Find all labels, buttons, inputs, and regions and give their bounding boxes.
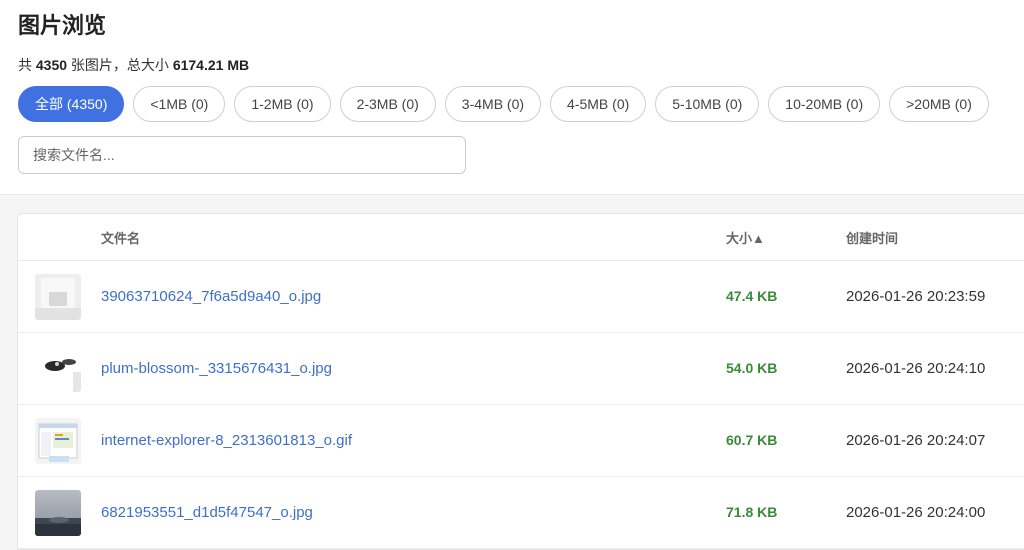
file-name-link[interactable]: plum-blossom-_3315676431_o.jpg	[101, 360, 332, 377]
filter-4-5mb-button[interactable]: 4-5MB (0)	[550, 86, 647, 122]
name-column-header[interactable]: 文件名	[101, 228, 726, 247]
created-time: 2026-01-26 20:24:00	[846, 504, 986, 521]
filter-gt20mb-button[interactable]: >20MB (0)	[889, 86, 989, 122]
created-time: 2026-01-26 20:24:07	[846, 432, 986, 449]
search-input[interactable]	[18, 136, 466, 174]
time-cell: 2026-01-26 20:24:07	[846, 432, 1024, 449]
table-row: plum-blossom-_3315676431_o.jpg 54.0 KB 2…	[18, 333, 1024, 405]
time-column-header[interactable]: 创建时间	[846, 228, 1024, 247]
size-filters: 全部 (4350) <1MB (0) 1-2MB (0) 2-3MB (0) 3…	[18, 86, 1006, 122]
filter-all-button[interactable]: 全部 (4350)	[18, 86, 125, 122]
thumb-cell	[18, 417, 101, 464]
created-time: 2026-01-26 20:23:59	[846, 288, 986, 305]
file-size: 60.7 KB	[726, 432, 778, 448]
file-name-link[interactable]: internet-explorer-8_2313601813_o.gif	[101, 432, 352, 449]
file-size: 54.0 KB	[726, 360, 778, 376]
file-size: 47.4 KB	[726, 288, 778, 304]
page-title: 图片浏览	[18, 13, 107, 38]
summary-prefix: 共	[18, 57, 36, 73]
image-thumbnail[interactable]	[35, 489, 81, 536]
summary: 共 4350 张图片，总大小 6174.21 MB	[18, 56, 1006, 74]
summary-mid: 张图片，总大小	[67, 57, 173, 73]
table-row: 39063710624_7f6a5d9a40_o.jpg 47.4 KB 202…	[18, 261, 1024, 333]
total-size: 6174.21 MB	[172, 57, 250, 73]
name-cell: plum-blossom-_3315676431_o.jpg	[101, 360, 726, 377]
table-row: internet-explorer-8_2313601813_o.gif 60.…	[18, 405, 1024, 477]
filter-1-2mb-button[interactable]: 1-2MB (0)	[234, 86, 331, 122]
file-name-link[interactable]: 6821953551_d1d5f47547_o.jpg	[101, 504, 313, 521]
image-thumbnail[interactable]	[35, 273, 81, 320]
time-cell: 2026-01-26 20:23:59	[846, 288, 1024, 305]
image-thumbnail[interactable]	[35, 345, 81, 392]
name-cell: internet-explorer-8_2313601813_o.gif	[101, 432, 726, 449]
thumb-cell	[18, 345, 101, 392]
created-time: 2026-01-26 20:24:10	[846, 360, 986, 377]
filter-3-4mb-button[interactable]: 3-4MB (0)	[444, 86, 542, 122]
size-cell: 54.0 KB	[726, 360, 846, 377]
time-cell: 2026-01-26 20:24:10	[846, 360, 1024, 377]
name-cell: 6821953551_d1d5f47547_o.jpg	[101, 504, 726, 521]
filter-5-10mb-button[interactable]: 5-10MB (0)	[655, 86, 760, 122]
size-cell: 71.8 KB	[726, 504, 846, 521]
filter-2-3mb-button[interactable]: 2-3MB (0)	[339, 86, 436, 122]
thumb-cell	[18, 489, 101, 536]
table-header: 文件名 大小▲ 创建时间	[18, 214, 1024, 261]
size-cell: 47.4 KB	[726, 288, 846, 305]
image-thumbnail[interactable]	[35, 417, 81, 464]
file-table: 文件名 大小▲ 创建时间 39063710624_7f6a5d9a40_o.jp…	[17, 213, 1024, 550]
file-size: 71.8 KB	[726, 504, 778, 520]
header: 图片浏览 共 4350 张图片，总大小 6174.21 MB 全部 (4350)…	[0, 0, 1024, 195]
file-name-link[interactable]: 39063710624_7f6a5d9a40_o.jpg	[101, 288, 321, 305]
size-cell: 60.7 KB	[726, 432, 846, 449]
size-column-header[interactable]: 大小▲	[726, 228, 846, 247]
time-cell: 2026-01-26 20:24:00	[846, 504, 1024, 521]
filter-lt1mb-button[interactable]: <1MB (0)	[133, 86, 226, 122]
name-cell: 39063710624_7f6a5d9a40_o.jpg	[101, 288, 726, 305]
table-row: 6821953551_d1d5f47547_o.jpg 71.8 KB 2026…	[18, 477, 1024, 549]
filter-10-20mb-button[interactable]: 10-20MB (0)	[768, 86, 881, 122]
image-count: 4350	[35, 57, 68, 73]
thumb-cell	[18, 273, 101, 320]
